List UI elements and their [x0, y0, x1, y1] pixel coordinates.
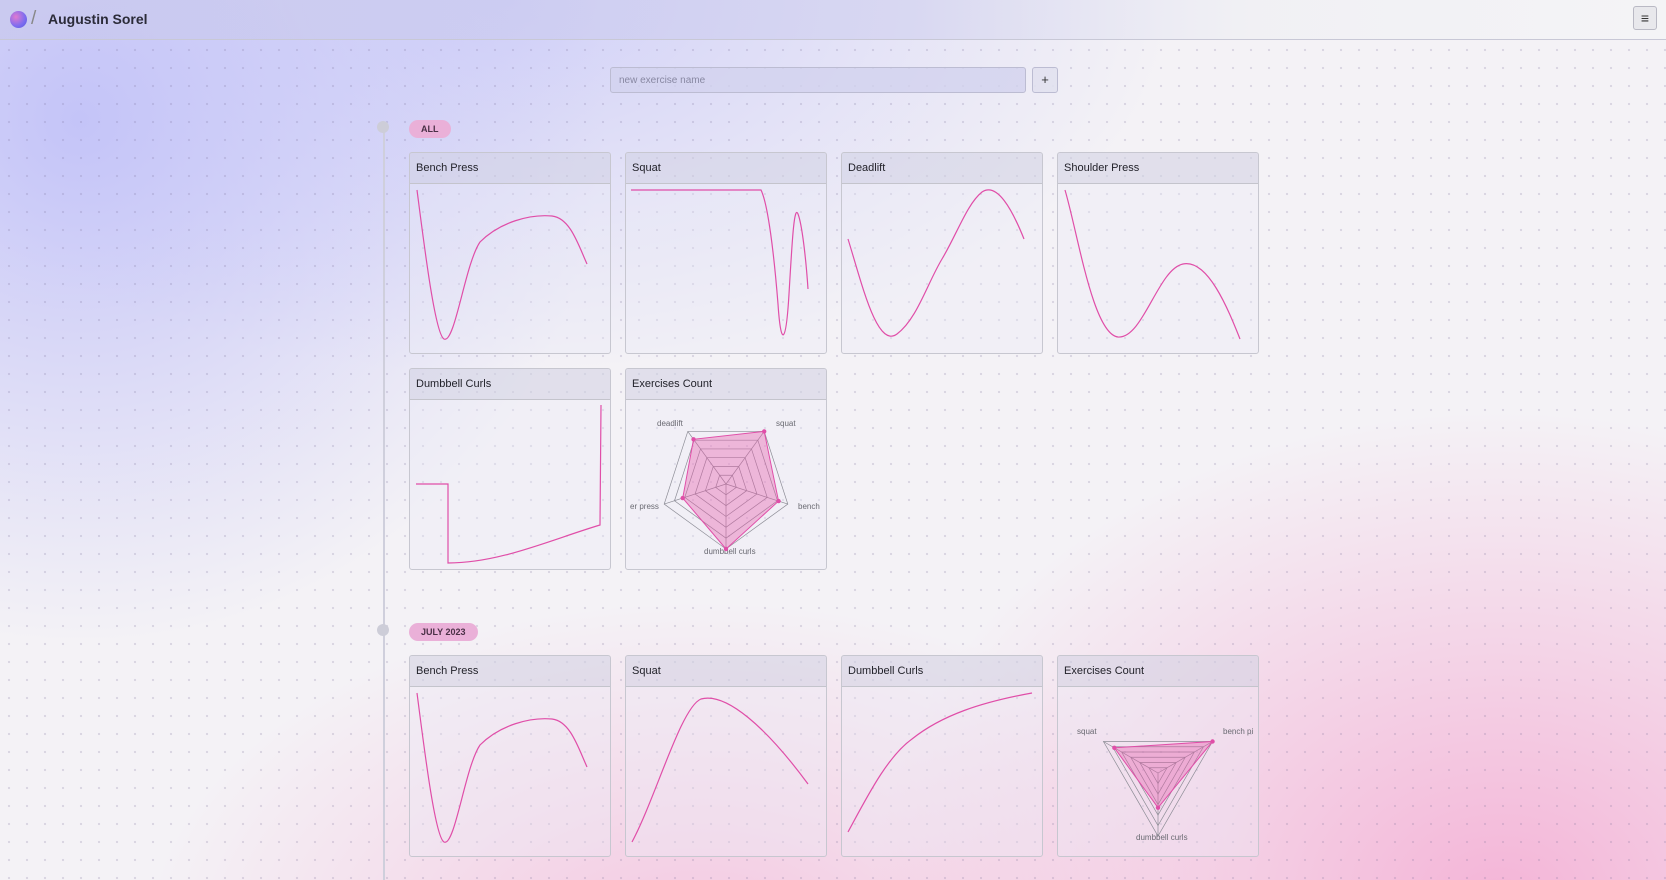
radar-point[interactable] [1155, 805, 1161, 810]
dumbbell-curls-july-line [847, 692, 1033, 833]
radar-label-dumbbell-curls: dumbbell curls [1136, 833, 1188, 842]
card-dumbbell-curls-july[interactable]: Dumbbell Curls [841, 655, 1043, 857]
radar-label-dumbbell-curls: dumbbell curls [704, 547, 756, 556]
timeline-dot-july-2023 [377, 624, 389, 636]
breadcrumb-separator: / [31, 8, 37, 29]
card-title: Shoulder Press [1058, 153, 1258, 184]
avatar[interactable] [10, 11, 27, 28]
exercises-count-radar: squat bench dumbbell curls er press dead… [630, 419, 820, 556]
dumbbell-curls-line [416, 404, 602, 564]
squat-line [631, 189, 809, 336]
shoulder-press-chart [1064, 189, 1241, 340]
radar-label-deadlift: deadlift [657, 419, 684, 428]
card-title: Exercises Count [626, 369, 826, 400]
dumbbell-curls-chart [416, 404, 602, 564]
timeline-dot-all [377, 121, 389, 133]
squat-july-chart [631, 697, 809, 843]
top-bar: / Augustin Sorel ≡ [0, 0, 1666, 40]
card-bench-press[interactable]: Bench Press [409, 152, 611, 354]
section-label-july-2023[interactable]: JULY 2023 [409, 623, 478, 641]
card-bench-press-july[interactable]: Bench Press [409, 655, 611, 857]
radar-label-bench: bench [798, 502, 820, 511]
new-exercise-input[interactable] [610, 67, 1026, 93]
card-title: Squat [626, 656, 826, 687]
card-title: Dumbbell Curls [410, 369, 610, 400]
card-squat[interactable]: Squat [625, 152, 827, 354]
menu-button[interactable]: ≡ [1633, 6, 1657, 30]
card-title: Exercises Count [1058, 656, 1258, 687]
radar-point[interactable] [1210, 739, 1215, 744]
card-title: Dumbbell Curls [842, 656, 1042, 687]
squat-july-line [631, 697, 809, 843]
bench-press-line [416, 189, 588, 340]
radar-label-bench-press: bench pi [1223, 727, 1253, 736]
card-squat-july[interactable]: Squat [625, 655, 827, 857]
radar-point[interactable] [1112, 745, 1117, 750]
bench-press-july-line [416, 692, 588, 843]
radar-value-area [682, 430, 780, 550]
card-title: Bench Press [410, 656, 610, 687]
bench-press-july-chart [416, 692, 588, 843]
radar-label-squat: squat [776, 419, 796, 428]
dumbbell-curls-july-chart [847, 692, 1033, 833]
username[interactable]: Augustin Sorel [48, 11, 148, 27]
radar-point[interactable] [723, 546, 729, 552]
squat-chart [631, 189, 809, 336]
card-shoulder-press[interactable]: Shoulder Press [1057, 152, 1259, 354]
exercises-count-july-radar: bench pi dumbbell curls squat [1077, 727, 1253, 842]
radar-value-area [1113, 740, 1214, 809]
bench-press-chart [416, 189, 588, 340]
card-deadlift[interactable]: Deadlift [841, 152, 1043, 354]
dotted-background [0, 41, 1666, 880]
radar-point[interactable] [691, 437, 696, 442]
card-title: Deadlift [842, 153, 1042, 184]
add-exercise-button[interactable]: + [1032, 67, 1058, 93]
timeline-line [383, 127, 385, 880]
hamburger-icon: ≡ [1640, 10, 1650, 26]
card-exercises-count-july[interactable]: Exercises Count bench pi dumbbell curls … [1057, 655, 1259, 857]
radar-label-shoulder-press: er press [630, 502, 659, 511]
radar-point[interactable] [776, 498, 781, 504]
section-label-all[interactable]: ALL [409, 120, 451, 138]
radar-point[interactable] [762, 429, 767, 434]
card-title: Bench Press [410, 153, 610, 184]
deadlift-line [847, 189, 1025, 337]
deadlift-chart [847, 189, 1025, 337]
card-title: Squat [626, 153, 826, 184]
card-exercises-count[interactable]: Exercises Count squat bench dumbbell cur… [625, 368, 827, 570]
shoulder-press-line [1064, 189, 1241, 340]
radar-point[interactable] [680, 495, 685, 501]
card-dumbbell-curls[interactable]: Dumbbell Curls [409, 368, 611, 570]
radar-label-squat: squat [1077, 727, 1097, 736]
